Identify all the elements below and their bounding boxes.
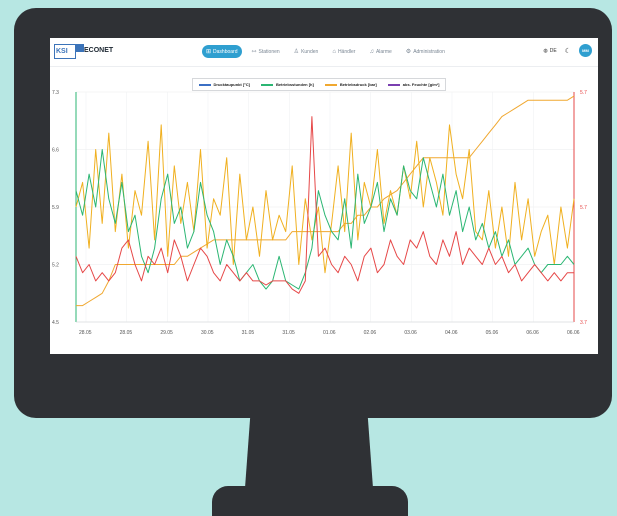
monitor-frame: KSI ECONET ⊞ Dashboard ⇿ Stationen ♙ Kun… [14,8,612,418]
x-tick-label: 06.06 [567,330,580,336]
customers-icon: ♙ [293,49,300,55]
y-left-tick-label: 4.5 [52,320,59,326]
stations-icon: ⇿ [251,49,257,55]
nav-item-label: Dashboard [213,48,238,55]
top-navigation: KSI ECONET ⊞ Dashboard ⇿ Stationen ♙ Kun… [50,38,598,67]
ksi-logo: KSI [54,44,84,59]
x-tick-label: 06.06 [526,330,539,336]
nav-item-label: Administration [413,48,445,55]
x-tick-label: 28.05 [79,330,92,336]
monitor-stand-base [212,486,408,516]
x-tick-label: 31.05 [242,330,255,336]
monitor-stand-neck [245,418,373,488]
user-avatar[interactable]: MM [579,44,592,57]
dashboard-icon: ⊞ [206,49,212,55]
y-right-tick-label: 5.7 [580,205,587,211]
series-line-betriebsdruck [75,124,575,274]
nav-item-kunden[interactable]: ♙ Kunden [290,45,323,58]
bell-icon: ♫ [369,48,374,55]
y-right-tick-label: 5.7 [580,90,587,96]
dark-mode-toggle-icon[interactable]: ☾ [565,47,571,55]
x-tick-label: 30.05 [201,330,214,336]
y-left-tick-label: 6.6 [52,148,59,154]
x-tick-label: 29.05 [160,330,173,336]
y-left-tick-label: 7.3 [52,90,59,96]
nav-menu: ⊞ Dashboard ⇿ Stationen ♙ Kunden ⌂ Händl… [202,45,449,58]
y-left-tick-label: 5.9 [52,205,59,211]
x-tick-label: 02.06 [364,330,377,336]
nav-item-administration[interactable]: ⚙ Administration [402,45,449,58]
time-series-chart[interactable]: 7.3 6.6 5.9 5.2 4.5 5.7 5.7 3.7 28.05 28.05 29.05 3… [50,68,598,352]
x-tick-label: 31.05 [282,330,295,336]
nav-item-haendler[interactable]: ⌂ Händler [328,45,359,58]
x-tick-label: 01.06 [323,330,336,336]
x-tick-label: 28.05 [120,330,133,336]
nav-item-label: Alarme [375,48,392,55]
y-right-tick-label: 3.7 [580,320,587,326]
nav-right-controls: ◍ DE ☾ MM [543,44,592,57]
series-line-temperatur [75,116,574,294]
x-tick-label: 05.06 [486,330,499,336]
brand-name: ECONET [84,47,114,54]
nav-item-stationen[interactable]: ⇿ Stationen [248,45,284,58]
nav-item-alarme[interactable]: ♫ Alarme [365,45,395,58]
gear-icon: ⚙ [405,49,412,55]
nav-item-label: Händler [337,48,356,55]
x-tick-label: 03.06 [404,330,417,336]
logo-square [76,44,84,52]
screen: KSI ECONET ⊞ Dashboard ⇿ Stationen ♙ Kun… [50,38,598,354]
language-label: DE [549,47,557,54]
logo-text: KSI [56,48,68,55]
x-tick-label: 04.06 [445,330,458,336]
dealer-icon: ⌂ [332,48,336,55]
nav-item-label: Kunden [301,48,319,55]
language-switch[interactable]: ◍ DE [543,48,556,54]
y-left-tick-label: 5.2 [52,263,59,269]
nav-item-label: Stationen [258,48,280,55]
nav-item-dashboard[interactable]: ⊞ Dashboard [202,45,242,58]
series-line-betriebsstunden [76,95,575,307]
globe-icon: ◍ [543,47,548,54]
